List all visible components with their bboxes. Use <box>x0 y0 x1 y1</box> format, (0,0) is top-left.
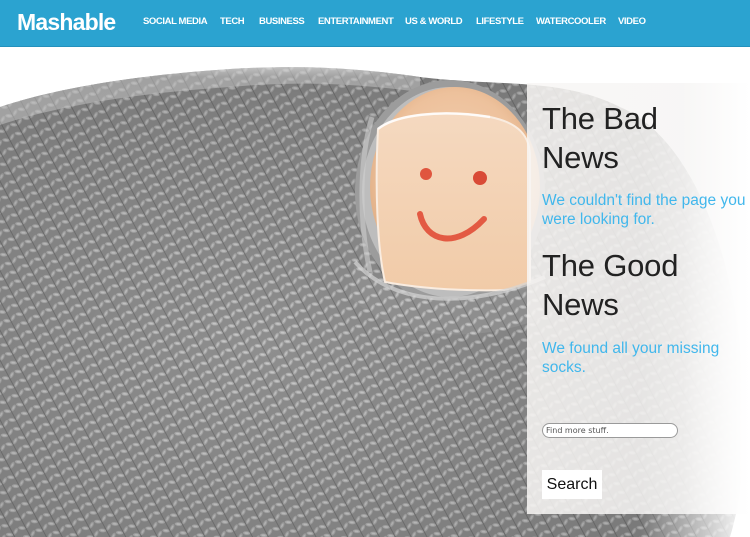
toenail <box>375 112 531 292</box>
good-news-heading: The Good News <box>542 248 679 322</box>
mashable-logo[interactable]: Mashable <box>17 8 116 36</box>
nav-item-video[interactable]: VIDEO <box>618 16 646 28</box>
nav-item-social-media[interactable]: SOCIAL MEDIA <box>143 16 208 28</box>
bad-news-text: We couldn't find the page you were looki… <box>542 192 746 228</box>
site-header: Mashable SOCIAL MEDIA TECH BUSINESS ENTE… <box>0 0 750 47</box>
search-input[interactable] <box>542 423 678 438</box>
nav-item-business[interactable]: BUSINESS <box>259 16 305 28</box>
nav-item-us-world[interactable]: US & WORLD <box>405 16 463 28</box>
search-button[interactable]: Search <box>542 470 602 499</box>
good-news-text: We found all your missing socks. <box>542 340 720 376</box>
bad-news-heading: The Bad News <box>542 101 658 175</box>
nav-item-lifestyle[interactable]: LIFESTYLE <box>476 16 524 28</box>
not-found-panel: The Bad News We couldn't find the page y… <box>527 83 750 514</box>
nav-item-entertainment[interactable]: ENTERTAINMENT <box>318 16 394 28</box>
nav-item-watercooler[interactable]: WATERCOOLER <box>536 16 606 28</box>
nav-item-tech[interactable]: TECH <box>220 16 245 28</box>
